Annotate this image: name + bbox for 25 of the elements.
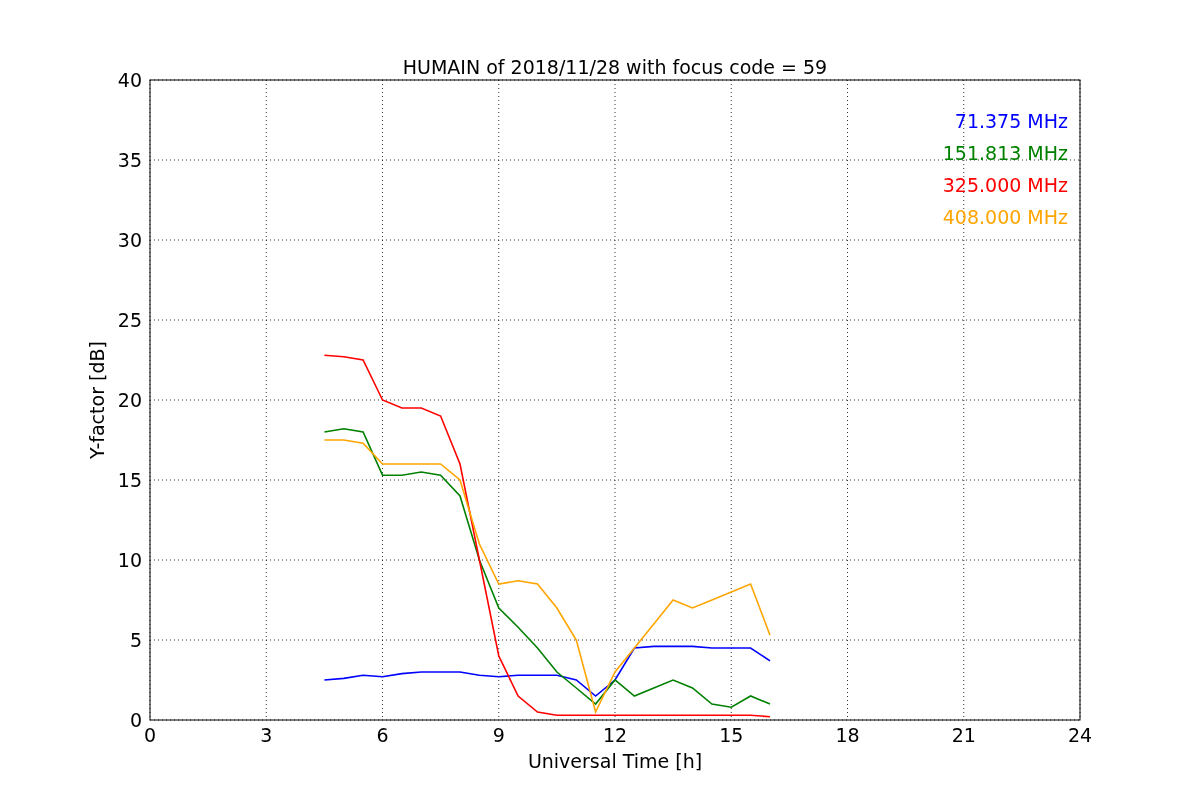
axis-label: Universal Time [h]	[527, 750, 703, 772]
legend-label: 151.813 MHz	[942, 142, 1068, 164]
tick-label: 30	[117, 229, 142, 251]
tick-label: 3	[260, 724, 273, 746]
legend-label: 408.000 MHz	[942, 206, 1068, 228]
tick-label: 5	[129, 629, 142, 651]
tick-label: 15	[117, 469, 142, 491]
tick-label: 35	[117, 149, 142, 171]
tick-label: 21	[951, 724, 976, 746]
tick-label: 15	[719, 724, 744, 746]
tick-label: 20	[117, 389, 142, 411]
legend-label: 71.375 MHz	[954, 110, 1068, 132]
tick-label: 24	[1067, 724, 1093, 746]
tick-label: 0	[143, 724, 157, 746]
axis-label: Y-factor [dB]	[86, 341, 108, 459]
tick-label: 10	[117, 549, 142, 571]
tick-label: 25	[117, 309, 142, 331]
tick-label: 40	[117, 69, 142, 91]
tick-label: 18	[835, 724, 860, 746]
tick-label: 12	[602, 724, 628, 746]
legend-label: 325.000 MHz	[942, 174, 1068, 196]
tick-label: 6	[376, 724, 389, 746]
tick-label: 0	[129, 709, 142, 731]
tick-label: 9	[492, 724, 505, 746]
chart-title: HUMAIN of 2018/11/28 with focus code = 59	[402, 56, 828, 78]
